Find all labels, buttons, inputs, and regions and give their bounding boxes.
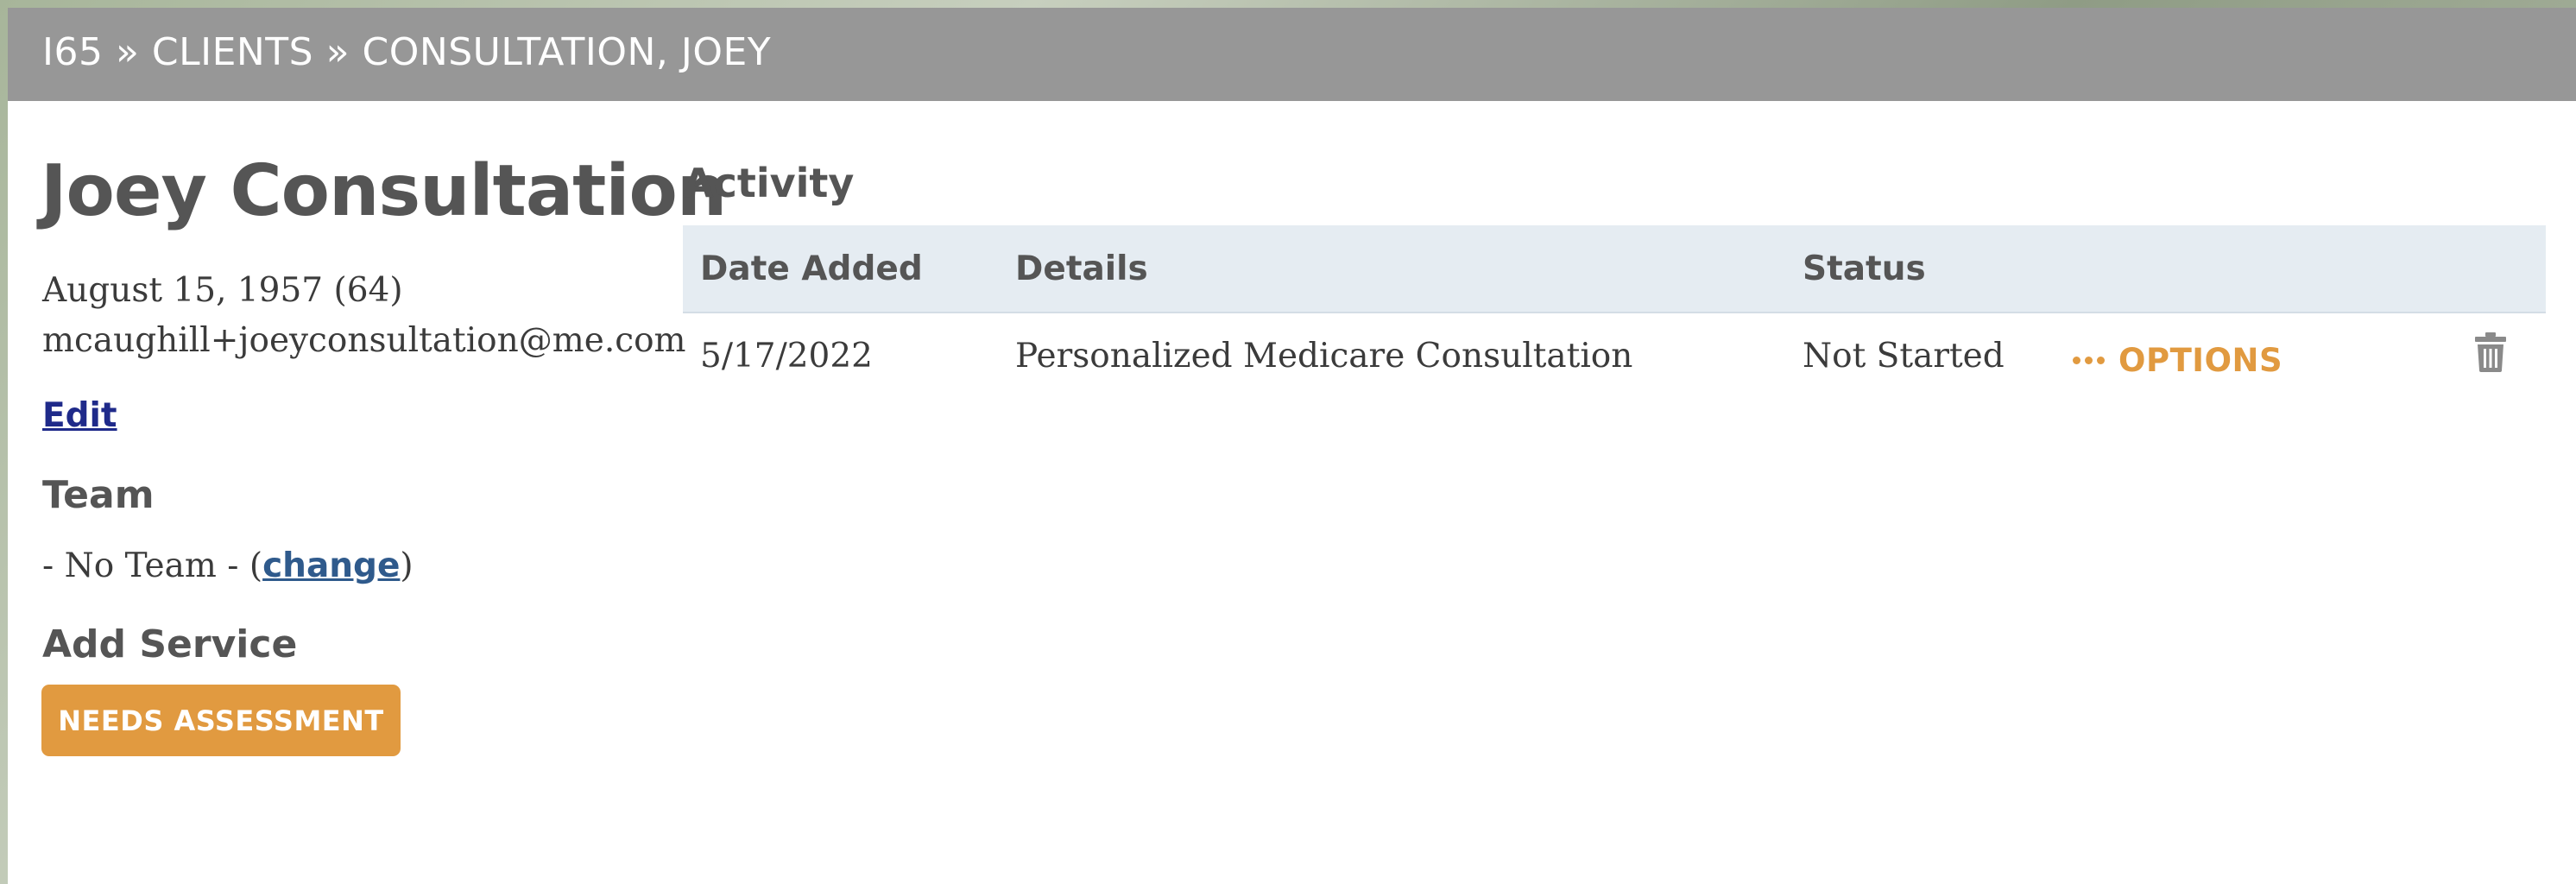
edit-link[interactable]: Edit <box>42 399 117 433</box>
options-button[interactable]: OPTIONS <box>2073 342 2282 379</box>
activity-table-header: Date Added Details Status <box>683 225 2546 313</box>
client-dob: August 15, 1957 (64) <box>42 271 403 310</box>
activity-heading: Activity <box>683 160 855 206</box>
column-header-options <box>2055 225 2435 313</box>
needs-assessment-button[interactable]: NEEDS ASSESSMENT <box>41 685 401 756</box>
cell-date-added: 5/17/2022 <box>700 337 873 376</box>
column-header-date-added: Date Added <box>683 225 998 313</box>
options-label: OPTIONS <box>2118 341 2283 379</box>
column-header-delete <box>2435 225 2546 313</box>
team-heading: Team <box>42 473 155 517</box>
client-email: mcaughill+joeyconsultation@me.com <box>42 321 686 360</box>
activity-table: Date Added Details Status 5/17/2022 Pers… <box>683 225 2546 399</box>
client-name-title: Joey Consultation <box>41 150 727 232</box>
client-panel: I65 » CLIENTS » CONSULTATION, JOEY Joey … <box>8 8 2576 884</box>
cell-delete <box>2435 313 2546 399</box>
cell-options: OPTIONS <box>2055 313 2435 399</box>
table-row: 5/17/2022 Personalized Medicare Consulta… <box>683 313 2546 399</box>
column-header-details: Details <box>998 225 1785 313</box>
team-prefix: - No Team - ( <box>42 546 263 585</box>
breadcrumb: I65 » CLIENTS » CONSULTATION, JOEY <box>42 30 772 74</box>
delete-button[interactable] <box>2475 332 2506 372</box>
column-header-status: Status <box>1785 225 2055 313</box>
page-header: I65 » CLIENTS » CONSULTATION, JOEY <box>8 8 2576 101</box>
cell-status: Not Started <box>1803 337 2005 376</box>
team-value: - No Team - (change) <box>42 549 414 583</box>
trash-icon <box>2475 332 2506 372</box>
change-team-link[interactable]: change <box>262 546 400 585</box>
team-suffix: ) <box>400 546 414 585</box>
add-service-heading: Add Service <box>42 622 298 666</box>
cell-details: Personalized Medicare Consultation <box>1015 337 1633 376</box>
ellipsis-icon <box>2073 356 2105 364</box>
